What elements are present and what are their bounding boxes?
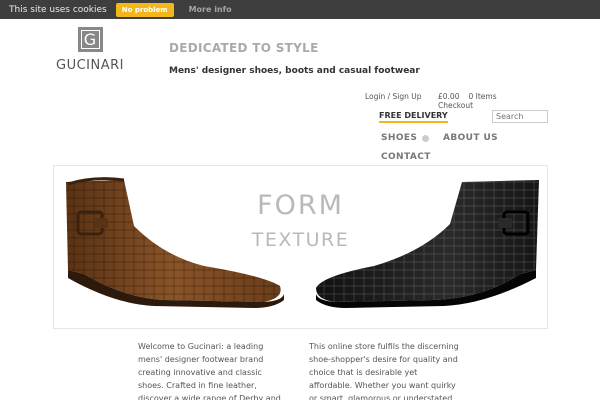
- nav-item-contact[interactable]: CONTACT: [381, 152, 431, 162]
- intro-text-right: This online store fulfils the discerning…: [309, 342, 459, 400]
- banner-subheading: TEXTURE: [251, 229, 350, 251]
- mini-cart[interactable]: £0.00 0 Items Checkout: [438, 92, 497, 110]
- search-input[interactable]: [492, 110, 548, 123]
- circle-chevron-icon[interactable]: [422, 134, 430, 142]
- g-monogram-icon: G: [77, 27, 103, 52]
- cookie-bar: This site uses cookies No problem More i…: [0, 0, 600, 19]
- login-signup-link[interactable]: Login / Sign Up: [365, 92, 422, 101]
- tagline: DEDICATED TO STYLE: [169, 41, 319, 55]
- cookie-more-info-link[interactable]: More info: [189, 5, 232, 14]
- nav-item-about[interactable]: ABOUT US: [443, 133, 498, 143]
- cart-total: £0.00: [438, 92, 460, 101]
- logo-letter: G: [80, 30, 100, 49]
- logo[interactable]: G GUCINARI: [52, 27, 128, 73]
- intro-text-left: Welcome to Gucinari: a leading mens' des…: [138, 342, 281, 400]
- cookie-accept-button[interactable]: No problem: [115, 2, 174, 17]
- nav-item-shoes[interactable]: SHOES: [381, 133, 430, 143]
- nav-shoes-label: SHOES: [381, 133, 418, 143]
- hero-banner[interactable]: FORM TEXTURE: [53, 165, 548, 329]
- banner-heading: FORM: [257, 190, 344, 221]
- site-subtitle: Mens' designer shoes, boots and casual f…: [169, 66, 420, 76]
- cookie-text: This site uses cookies: [9, 4, 107, 15]
- checkout-link[interactable]: Checkout: [438, 101, 497, 110]
- cart-items: 0 Items: [468, 92, 497, 101]
- free-delivery-badge[interactable]: FREE DELIVERY: [379, 111, 448, 123]
- logo-wordmark: GUCINARI: [56, 58, 124, 73]
